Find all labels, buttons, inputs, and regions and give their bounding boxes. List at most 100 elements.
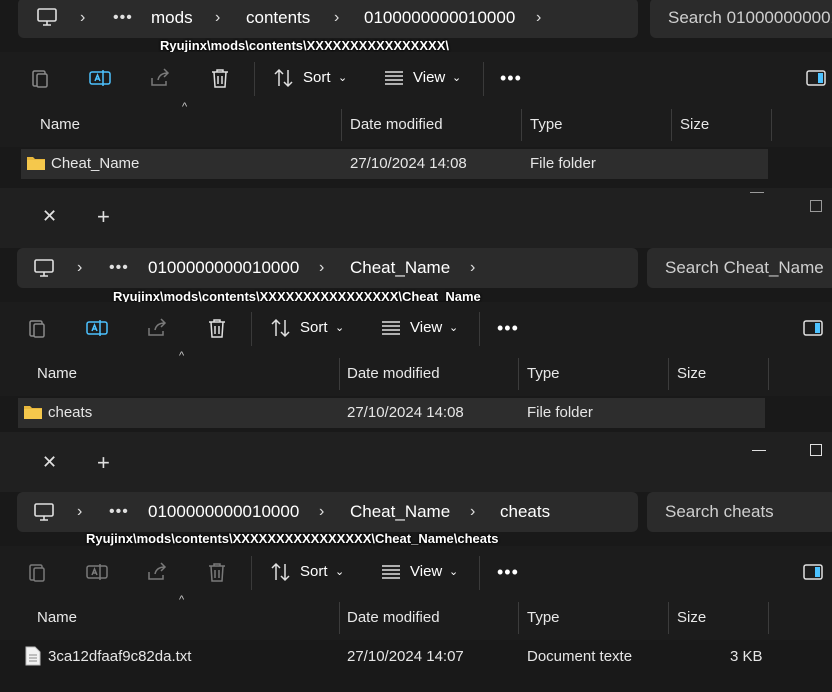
computer-icon[interactable] — [33, 258, 55, 278]
chevron-right-icon: › — [334, 9, 340, 26]
rename-icon[interactable] — [85, 560, 109, 584]
folder-icon — [27, 157, 45, 170]
column-name[interactable]: Name — [37, 600, 77, 636]
computer-icon[interactable] — [36, 7, 58, 27]
crumb-contents[interactable]: contents — [246, 0, 310, 38]
column-type[interactable]: Type — [530, 107, 563, 143]
column-type[interactable]: Type — [527, 356, 560, 392]
new-tab-button[interactable]: + — [97, 450, 110, 476]
column-date-modified[interactable]: Date modified — [347, 356, 440, 392]
crumb-cheat-name[interactable]: Cheat_Name — [350, 248, 450, 288]
close-tab-icon[interactable]: ✕ — [42, 452, 57, 473]
view-button[interactable]: View — [413, 52, 445, 104]
column-name[interactable]: Name — [40, 107, 80, 143]
toolbar-divider — [254, 62, 255, 96]
delete-icon[interactable] — [208, 66, 232, 90]
delete-icon[interactable] — [205, 316, 229, 340]
crumb-title-id[interactable]: 0100000000010000 — [364, 0, 515, 38]
chevron-right-icon: › — [77, 503, 83, 520]
column-separator — [339, 358, 340, 390]
details-pane-icon[interactable] — [801, 560, 825, 584]
chevron-right-icon: › — [470, 259, 476, 276]
view-icon[interactable] — [379, 560, 403, 584]
chevron-down-icon: ⌄ — [335, 322, 345, 334]
share-icon[interactable] — [148, 66, 172, 90]
view-button[interactable]: View — [410, 546, 442, 598]
view-icon[interactable] — [379, 316, 403, 340]
view-icon[interactable] — [382, 66, 406, 90]
sort-icon[interactable] — [272, 66, 296, 90]
chevron-down-icon: ⌄ — [449, 322, 459, 334]
toolbar-divider — [483, 62, 484, 96]
crumb-title-id[interactable]: 0100000000010000 — [148, 492, 299, 532]
item-name: Cheat_Name — [51, 155, 140, 172]
sort-icon[interactable] — [269, 560, 293, 584]
column-date-modified[interactable]: Date modified — [347, 600, 440, 636]
sort-ascending-icon: ^ — [179, 594, 185, 606]
column-size[interactable]: Size — [680, 107, 709, 143]
list-item[interactable]: cheats 27/10/2024 14:08 File folder — [18, 398, 765, 428]
more-crumbs-button[interactable]: ••• — [109, 492, 129, 532]
details-pane-icon[interactable] — [801, 316, 825, 340]
tab-strip: ✕ + — [0, 188, 832, 248]
search-input[interactable]: Search 0100000000010000 — [650, 0, 832, 38]
share-icon[interactable] — [145, 316, 169, 340]
paste-icon[interactable] — [25, 560, 49, 584]
chevron-right-icon: › — [319, 503, 325, 520]
chevron-down-icon: ⌄ — [452, 72, 462, 84]
column-header: ^ Name Date modified Type Size — [0, 350, 832, 396]
item-type: File folder — [530, 155, 596, 172]
rename-icon[interactable] — [88, 66, 112, 90]
text-file-icon — [25, 646, 41, 666]
crumb-mods[interactable]: mods — [151, 0, 193, 38]
column-size[interactable]: Size — [677, 600, 706, 636]
minimize-button[interactable] — [750, 192, 764, 193]
list-item[interactable]: Cheat_Name 27/10/2024 14:08 File folder — [21, 149, 768, 179]
maximize-button[interactable] — [810, 200, 822, 212]
delete-icon[interactable] — [205, 560, 229, 584]
close-tab-icon[interactable]: ✕ — [42, 206, 57, 227]
command-bar: Sort ⌄ View ⌄ ••• — [0, 546, 832, 602]
maximize-button[interactable] — [810, 444, 822, 456]
address-bar[interactable]: › ••• 0100000000010000 › Cheat_Name › ch… — [17, 492, 638, 532]
explorer-window-3: › ••• 0100000000010000 › Cheat_Name › ch… — [0, 492, 832, 692]
crumb-cheat-name[interactable]: Cheat_Name — [350, 492, 450, 532]
address-bar[interactable]: › ••• 0100000000010000 › Cheat_Name › — [17, 248, 638, 288]
column-header: ^ Name Date modified Type Size — [0, 594, 832, 640]
new-tab-button[interactable]: + — [97, 204, 110, 230]
sort-icon[interactable] — [269, 316, 293, 340]
crumb-title-id[interactable]: 0100000000010000 — [148, 248, 299, 288]
toolbar-divider — [251, 312, 252, 346]
column-size[interactable]: Size — [677, 356, 706, 392]
sort-ascending-icon: ^ — [182, 101, 188, 113]
more-options-button[interactable]: ••• — [497, 546, 519, 598]
crumb-cheats[interactable]: cheats — [500, 492, 550, 532]
more-crumbs-button[interactable]: ••• — [109, 248, 129, 288]
more-options-button[interactable]: ••• — [500, 52, 522, 104]
item-type: Document texte — [527, 648, 633, 665]
paste-icon[interactable] — [25, 316, 49, 340]
search-input[interactable]: Search cheats — [647, 492, 832, 532]
search-input[interactable]: Search Cheat_Name — [647, 248, 832, 288]
share-icon[interactable] — [145, 560, 169, 584]
column-type[interactable]: Type — [527, 600, 560, 636]
column-name[interactable]: Name — [37, 356, 77, 392]
rename-icon[interactable] — [85, 316, 109, 340]
sort-button[interactable]: Sort — [300, 546, 328, 598]
column-separator — [668, 602, 669, 634]
column-date-modified[interactable]: Date modified — [350, 107, 443, 143]
paste-icon[interactable] — [28, 66, 52, 90]
minimize-button[interactable] — [752, 450, 766, 451]
more-crumbs-button[interactable]: ••• — [113, 0, 133, 38]
folder-icon — [24, 406, 42, 419]
address-bar[interactable]: › ••• mods › contents › 0100000000010000… — [18, 0, 638, 38]
computer-icon[interactable] — [33, 502, 55, 522]
sort-button[interactable]: Sort — [300, 302, 328, 354]
command-bar: Sort ⌄ View ⌄ ••• — [0, 52, 832, 108]
more-options-button[interactable]: ••• — [497, 302, 519, 354]
sort-button[interactable]: Sort — [303, 52, 331, 104]
list-item[interactable]: 3ca12dfaaf9c82da.txt 27/10/2024 14:07 Do… — [18, 642, 765, 672]
view-button[interactable]: View — [410, 302, 442, 354]
details-pane-icon[interactable] — [804, 66, 828, 90]
column-separator — [518, 602, 519, 634]
